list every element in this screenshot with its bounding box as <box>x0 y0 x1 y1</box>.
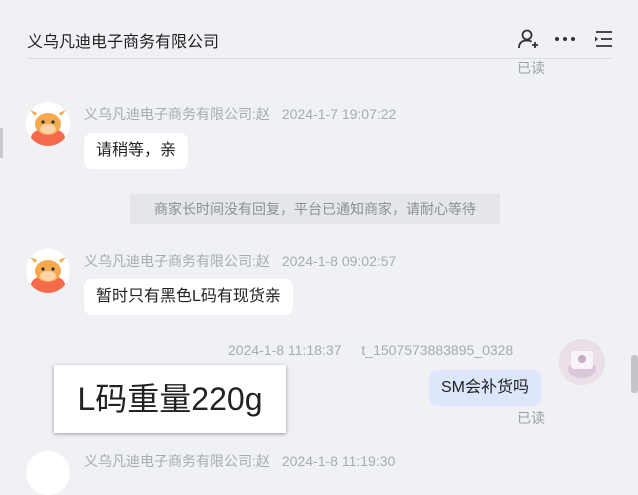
message-time: 2024-1-8 11:19:30 <box>281 453 396 469</box>
system-notice: 商家长时间没有回复，平台已通知商家，请耐心等待 <box>130 194 500 224</box>
cow-avatar-icon <box>30 257 66 293</box>
chat-header: 义乌凡迪电子商务有限公司 <box>0 0 638 59</box>
message-bubble[interactable]: 请稍等，亲 <box>84 133 189 169</box>
seller-avatar[interactable] <box>26 451 70 495</box>
read-status: 已读 <box>517 60 545 76</box>
seller-avatar[interactable] <box>26 249 70 293</box>
message-meta: 义乌凡迪电子商务有限公司:赵 2024-1-7 19:07:22 <box>84 104 396 124</box>
cow-avatar-icon <box>30 110 66 146</box>
scrollbar-thumb[interactable] <box>631 355 638 393</box>
user-name: t_1507573883895_0328 <box>361 342 514 358</box>
left-edge-handle <box>0 128 3 158</box>
read-status: 已读 <box>517 410 545 426</box>
sender-name: 义乌凡迪电子商务有限公司:赵 <box>84 453 270 469</box>
person-add-icon[interactable] <box>516 27 540 51</box>
message-meta: 义乌凡迪电子商务有限公司:赵 2024-1-8 09:02:57 <box>84 251 396 271</box>
menu-list-icon[interactable] <box>592 27 616 51</box>
message-meta: 义乌凡迪电子商务有限公司:赵 2024-1-8 11:19:30 <box>84 451 395 471</box>
message-time: 2024-1-8 09:02:57 <box>281 253 397 269</box>
message-time: 2024-1-8 11:18:37 <box>228 342 342 358</box>
sender-name: 义乌凡迪电子商务有限公司:赵 <box>84 106 270 122</box>
sender-name: 义乌凡迪电子商务有限公司:赵 <box>84 253 270 269</box>
message-bubble[interactable]: 暂时只有黑色L码有现货亲 <box>84 279 293 315</box>
user-avatar[interactable] <box>559 339 605 385</box>
message-time: 2024-1-7 19:07:22 <box>281 106 397 122</box>
user-message-meta: 2024-1-8 11:18:37 t_1507573883895_0328 <box>228 342 513 358</box>
chat-title: 义乌凡迪电子商务有限公司 <box>27 34 220 51</box>
user-avatar-icon <box>559 339 605 385</box>
seller-avatar[interactable] <box>26 102 70 146</box>
user-message-bubble[interactable]: SM会补货吗 <box>429 370 542 406</box>
product-weight-card[interactable]: L码重量220g <box>54 365 286 433</box>
more-icon[interactable] <box>553 27 577 51</box>
